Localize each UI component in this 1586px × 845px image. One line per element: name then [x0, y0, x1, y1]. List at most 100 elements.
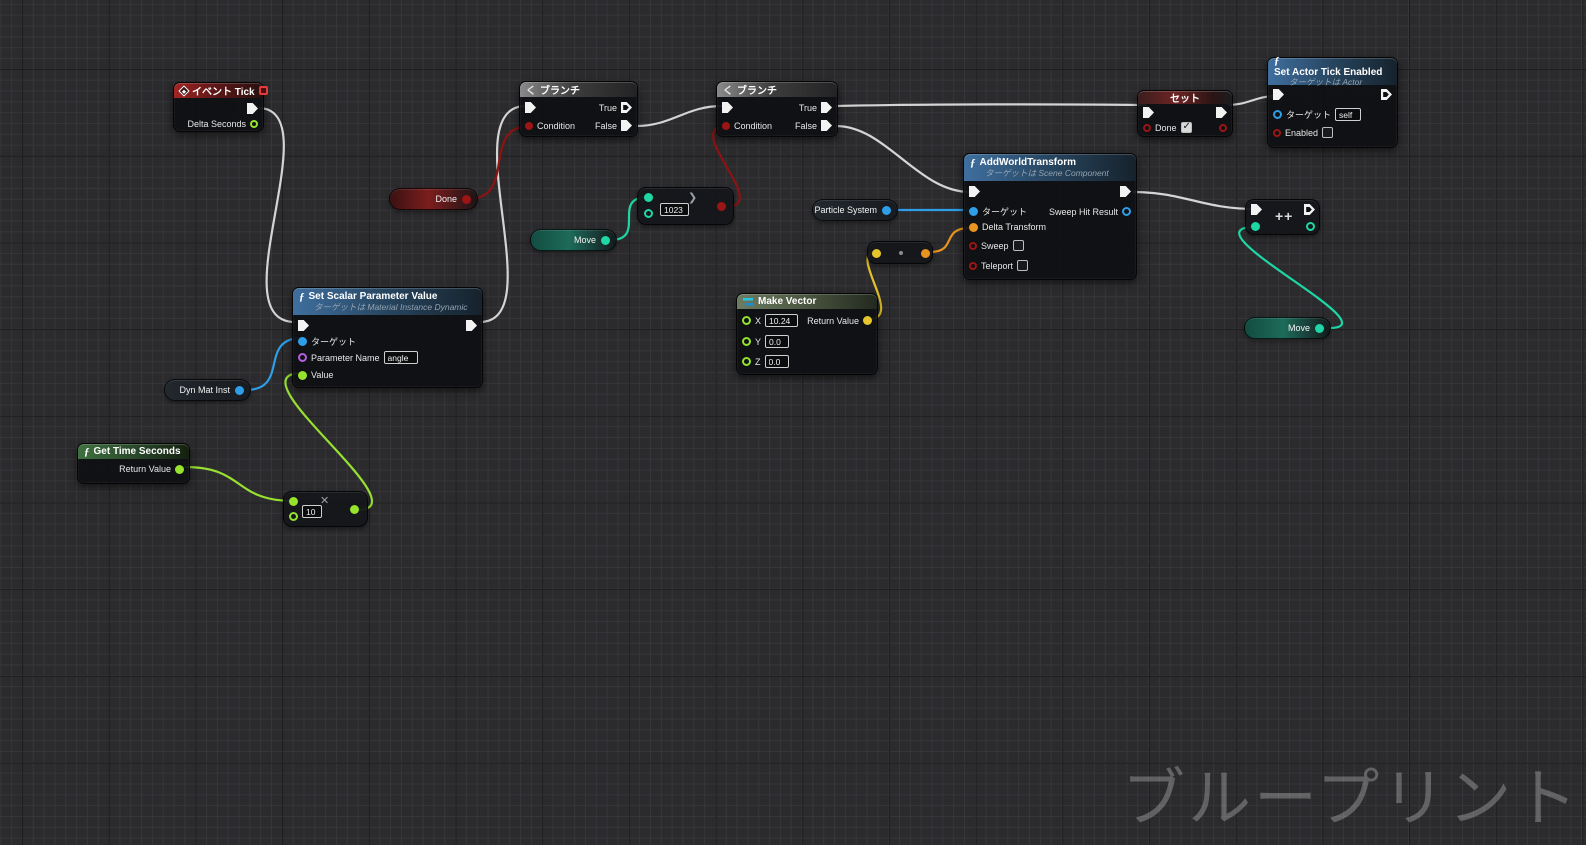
z-field[interactable]: [764, 355, 789, 368]
exec-out-pin[interactable]: [466, 320, 477, 331]
increment-out-pin[interactable]: [1306, 222, 1315, 231]
greater-a-pin[interactable]: [644, 193, 653, 202]
return-value-pin[interactable]: [863, 316, 872, 325]
done-in-pin[interactable]: [1143, 123, 1151, 132]
value-pin[interactable]: [298, 370, 307, 380]
wire-exec-tick-to-setscalar[interactable]: [258, 106, 296, 324]
pin-label: Delta Transform: [982, 222, 1047, 232]
node-set-done[interactable]: セット Done: [1137, 90, 1233, 137]
node-header: く ブランチ: [520, 82, 637, 97]
done-checkbox[interactable]: [1180, 121, 1192, 133]
target-pin[interactable]: [298, 337, 307, 346]
done-out-pin[interactable]: [1219, 123, 1227, 132]
y-field[interactable]: [765, 335, 790, 348]
greater-b-pin[interactable]: [644, 209, 653, 218]
done-value-pin[interactable]: [462, 194, 471, 204]
sweep-hit-result-pin[interactable]: [1122, 207, 1131, 216]
delta-seconds-pin[interactable]: [250, 120, 258, 128]
teleport-checkbox[interactable]: [1017, 260, 1029, 271]
pin-label: True: [798, 102, 817, 113]
parameter-name-pin[interactable]: [298, 353, 307, 362]
false-exec-pin[interactable]: [821, 120, 832, 131]
return-value-pin[interactable]: [175, 464, 184, 474]
node-add-world-transform[interactable]: ƒ AddWorldTransform ターゲットは Scene Compone…: [963, 153, 1137, 280]
wire-float-gettime-to-multiply[interactable]: [184, 465, 295, 503]
node-set-actor-tick-enabled[interactable]: ƒ Set Actor Tick Enabled ターゲットは Actor ター…: [1267, 55, 1398, 148]
exec-out-pin[interactable]: [247, 103, 258, 114]
node-event-tick[interactable]: イベント Tick Delta Seconds: [173, 82, 268, 132]
enabled-pin[interactable]: [1273, 128, 1281, 137]
node-branch-2[interactable]: く ブランチ True Condition False: [716, 81, 838, 137]
true-exec-pin[interactable]: [621, 102, 632, 113]
multiply-b-field[interactable]: [302, 505, 322, 518]
true-exec-pin[interactable]: [821, 102, 832, 113]
multiply-a-pin[interactable]: [289, 497, 298, 506]
enabled-checkbox[interactable]: [1322, 127, 1334, 138]
exec-in-pin[interactable]: [969, 186, 980, 197]
wire-exec-branch1false-to-branch2[interactable]: [635, 104, 723, 128]
delta-transform-pin[interactable]: [969, 222, 978, 232]
node-get-time-seconds[interactable]: ƒ Get Time Seconds Return Value: [77, 443, 190, 484]
node-set-scalar-parameter-value[interactable]: ƒ Set Scalar Parameter Value ターゲットは Mate…: [292, 287, 483, 388]
multiply-result-pin[interactable]: [350, 505, 359, 514]
blueprint-graph-canvas[interactable]: イベント Tick Delta Seconds く ブランチ True Cond…: [0, 0, 1586, 845]
condition-pin[interactable]: [722, 121, 730, 130]
delegate-pin[interactable]: [258, 86, 268, 95]
node-branch-1[interactable]: く ブランチ True Condition False: [519, 81, 638, 137]
wire-exec-awt-to-increment[interactable]: [1132, 190, 1256, 211]
node-header: Make Vector: [737, 294, 877, 309]
pin-label: Sweep Hit Result: [1048, 206, 1118, 217]
wire-exec-setscalar-to-branch1[interactable]: [479, 104, 527, 324]
increment-in-pin[interactable]: [1251, 222, 1260, 231]
pill-label: Move: [573, 235, 596, 245]
exec-in-pin[interactable]: [525, 102, 536, 113]
variable-get-move-2[interactable]: Move: [1244, 317, 1331, 339]
variable-get-particle-system[interactable]: Particle System: [812, 199, 898, 221]
x-pin[interactable]: [742, 316, 751, 325]
variable-get-move-1[interactable]: Move: [530, 229, 617, 251]
parameter-name-field[interactable]: [383, 351, 418, 364]
event-icon: [178, 84, 190, 97]
variable-get-done[interactable]: Done: [389, 188, 478, 210]
wire-exec-branch2false-to-awt[interactable]: [835, 124, 971, 194]
exec-in-pin[interactable]: [1273, 89, 1284, 100]
false-exec-pin[interactable]: [621, 120, 632, 131]
multiply-b-pin[interactable]: [289, 512, 298, 521]
x-field[interactable]: [765, 314, 799, 327]
wire-exec-branch2true-to-set[interactable]: [835, 103, 1147, 108]
target-field[interactable]: [1335, 108, 1362, 121]
wire-float-multiply-to-value[interactable]: [284, 371, 374, 512]
conv-out-pin[interactable]: [921, 249, 930, 258]
variable-get-dyn-mat-inst[interactable]: Dyn Mat Inst: [164, 379, 251, 401]
sweep-checkbox[interactable]: [1012, 240, 1024, 251]
exec-out-pin[interactable]: [1216, 107, 1227, 118]
node-vector-to-transform-conversion[interactable]: [867, 241, 933, 264]
exec-out-pin[interactable]: [1304, 204, 1315, 215]
wire-int-move-to-increment[interactable]: [1238, 225, 1344, 330]
move-value-pin[interactable]: [601, 235, 610, 245]
pin-label: Z: [755, 356, 761, 367]
exec-in-pin[interactable]: [1251, 204, 1262, 215]
sweep-pin[interactable]: [969, 241, 977, 250]
exec-in-pin[interactable]: [722, 102, 733, 113]
node-multiply[interactable]: ✕: [283, 491, 368, 527]
exec-out-pin[interactable]: [1120, 186, 1131, 197]
exec-in-pin[interactable]: [298, 320, 309, 331]
teleport-pin[interactable]: [969, 261, 977, 270]
condition-pin[interactable]: [525, 121, 533, 130]
exec-out-pin[interactable]: [1381, 89, 1392, 100]
greater-b-field[interactable]: [660, 203, 689, 216]
target-pin[interactable]: [969, 207, 978, 216]
move-value-pin[interactable]: [1315, 323, 1324, 333]
node-increment-int[interactable]: ++: [1245, 199, 1320, 235]
exec-in-pin[interactable]: [1143, 107, 1154, 118]
greater-result-pin[interactable]: [717, 202, 726, 211]
particle-system-value-pin[interactable]: [882, 205, 891, 215]
conv-in-pin[interactable]: [872, 249, 881, 258]
dyn-mat-inst-value-pin[interactable]: [235, 385, 244, 395]
target-pin[interactable]: [1273, 110, 1282, 119]
z-pin[interactable]: [742, 357, 751, 366]
node-make-vector[interactable]: Make Vector X Return Value Y Z: [736, 293, 878, 375]
node-greater-than[interactable]: ❯: [637, 187, 734, 225]
y-pin[interactable]: [742, 337, 751, 346]
